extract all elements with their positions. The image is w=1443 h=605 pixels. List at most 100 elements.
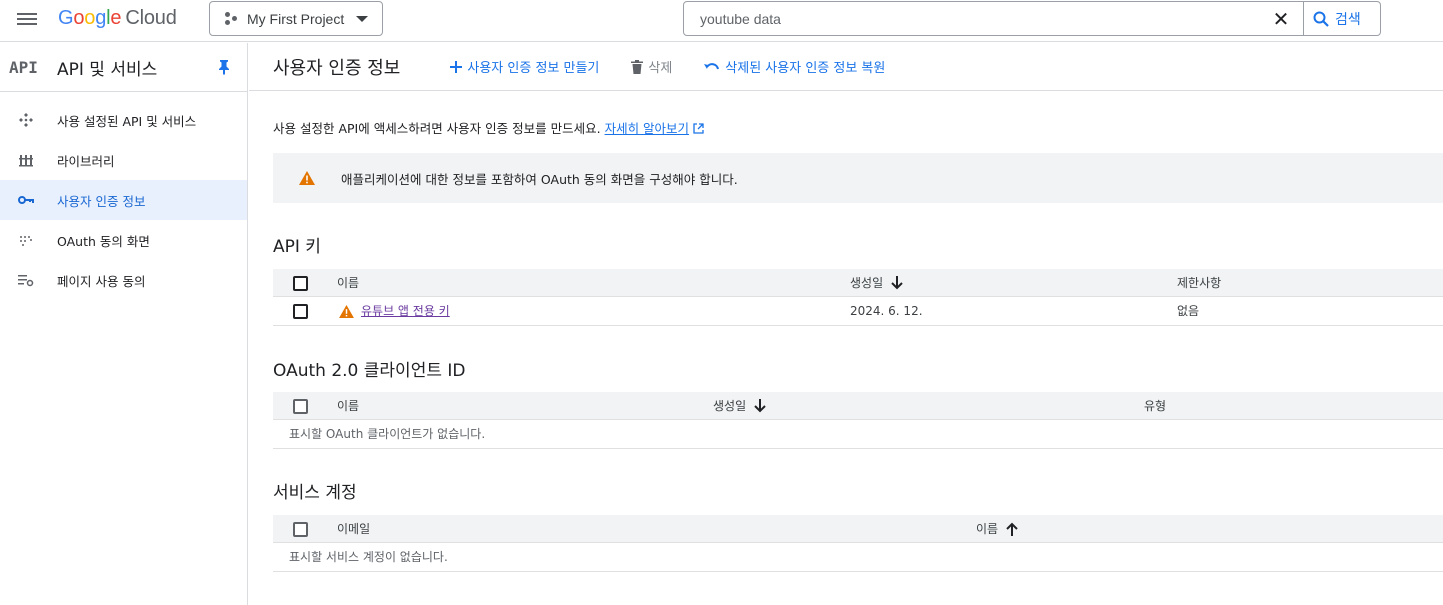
arrow-down-icon — [754, 399, 766, 413]
service-accounts-section-title: 서비스 계정 — [273, 483, 357, 503]
sidebar: API API 및 서비스 사용 설정된 API 및 서비스 라이브러리 사용자… — [0, 43, 248, 605]
logo-letter: G — [58, 7, 74, 29]
arrow-down-icon — [891, 276, 903, 290]
intro-text: 사용 설정한 API에 액세스하려면 사용자 인증 정보를 만드세요. 자세히 … — [273, 118, 704, 137]
api-key-name-cell: 유튜브 앱 전용 키 — [339, 297, 450, 325]
table-header: 이메일 이름 — [273, 515, 1443, 543]
table-header: 이름 생성일 제한사항 — [273, 269, 1443, 297]
clear-search-icon[interactable]: ✕ — [1270, 8, 1292, 30]
empty-state-text: 표시할 서비스 계정이 없습니다. — [289, 550, 448, 564]
select-all-checkbox[interactable] — [293, 399, 308, 414]
api-key-created-cell: 2024. 6. 12. — [850, 304, 923, 318]
page-title: 사용자 인증 정보 — [273, 57, 401, 79]
api-diamond-icon — [17, 111, 35, 129]
sidebar-item-label: 라이브러리 — [57, 153, 115, 169]
library-icon — [17, 151, 35, 169]
sidebar-item-label: 사용자 인증 정보 — [57, 193, 146, 209]
sidebar-item-label: 페이지 사용 동의 — [57, 273, 146, 289]
warning-icon — [339, 304, 354, 318]
column-header-created[interactable]: 생성일 — [850, 269, 903, 297]
sort-created[interactable]: 생성일 — [713, 392, 766, 420]
learn-more-label: 자세히 알아보기 — [604, 121, 690, 136]
delete-button[interactable]: 삭제 — [631, 57, 672, 76]
column-header-restrictions: 제한사항 — [1177, 276, 1222, 290]
row-checkbox[interactable] — [293, 304, 308, 319]
api-keys-table: 이름 생성일 제한사항 유튜브 앱 전용 키 2024. 6. 12. 없음 — [273, 269, 1443, 326]
intro-sentence: 사용 설정한 API에 액세스하려면 사용자 인증 정보를 만드세요. — [273, 121, 601, 136]
top-bar: GoogleCloud My First Project ✕ 검색 — [0, 0, 1443, 42]
sidebar-item-enabled-apis[interactable]: 사용 설정된 API 및 서비스 — [0, 100, 247, 140]
search-divider — [1303, 2, 1304, 35]
arrow-up-icon — [1006, 522, 1018, 536]
column-header-name-label: 이름 — [976, 522, 999, 536]
undo-icon — [704, 62, 720, 69]
column-header-name: 이름 — [337, 276, 360, 290]
warning-text: 애플리케이션에 대한 정보를 포함하여 OAuth 동의 화면을 구성해야 합니… — [341, 171, 738, 187]
create-credentials-button[interactable]: 사용자 인증 정보 만들기 — [450, 57, 599, 76]
restore-label: 삭제된 사용자 인증 정보 복원 — [725, 61, 886, 76]
sidebar-item-oauth-consent[interactable]: OAuth 동의 화면 — [0, 220, 247, 260]
project-hierarchy-icon — [223, 11, 239, 27]
sidebar-nav: 사용 설정된 API 및 서비스 라이브러리 사용자 인증 정보 OAuth 동… — [0, 92, 247, 300]
api-key-restrictions-cell: 없음 — [1177, 304, 1200, 318]
create-credentials-label: 사용자 인증 정보 만들기 — [467, 61, 600, 76]
sidebar-item-page-usage-agreements[interactable]: 페이지 사용 동의 — [0, 260, 247, 300]
plus-icon — [450, 60, 463, 73]
table-row: 유튜브 앱 전용 키 2024. 6. 12. 없음 — [273, 297, 1443, 326]
external-link-icon — [693, 123, 704, 134]
oauth-dots-icon — [17, 231, 35, 249]
google-cloud-logo[interactable]: Google Cloud — [58, 7, 177, 30]
api-keys-section-title: API 키 — [273, 237, 321, 257]
api-key-link[interactable]: 유튜브 앱 전용 키 — [361, 297, 450, 325]
table-row: 표시할 서비스 계정이 없습니다. — [273, 543, 1443, 572]
sidebar-item-label: OAuth 동의 화면 — [57, 233, 150, 249]
api-badge-icon: API — [9, 57, 38, 77]
column-header-created-label: 생성일 — [850, 276, 884, 290]
warning-icon — [299, 171, 315, 185]
sidebar-item-library[interactable]: 라이브러리 — [0, 140, 247, 180]
table-header: 이름 생성일 유형 — [273, 392, 1443, 420]
restore-deleted-credentials-button[interactable]: 삭제된 사용자 인증 정보 복원 — [704, 57, 885, 76]
oauth-section-title: OAuth 2.0 클라이언트 ID — [273, 361, 466, 381]
logo-letter: e — [110, 7, 122, 29]
delete-label: 삭제 — [648, 61, 673, 76]
sidebar-header: API API 및 서비스 — [0, 43, 247, 91]
logo-letter: g — [95, 7, 107, 29]
logo-letter: o — [73, 7, 85, 29]
column-header-name: 이름 — [337, 399, 360, 413]
main-content: 사용자 인증 정보 사용자 인증 정보 만들기 삭제 삭제된 사용자 인증 정보… — [249, 43, 1443, 605]
pin-icon[interactable] — [217, 59, 231, 75]
sort-created[interactable]: 생성일 — [850, 269, 903, 297]
key-icon — [17, 191, 35, 209]
trash-icon — [631, 59, 644, 74]
learn-more-link[interactable]: 자세히 알아보기 — [605, 121, 689, 136]
hamburger-menu-icon[interactable] — [17, 10, 37, 30]
service-accounts-table: 이메일 이름 표시할 서비스 계정이 없습니다. — [273, 515, 1443, 572]
column-header-created[interactable]: 생성일 — [713, 392, 766, 420]
project-picker-button[interactable]: My First Project — [209, 1, 383, 36]
sort-name[interactable]: 이름 — [976, 515, 1018, 543]
column-header-type: 유형 — [1144, 399, 1167, 413]
column-header-name[interactable]: 이름 — [976, 515, 1018, 543]
oauth-consent-warning-banner: 애플리케이션에 대한 정보를 포함하여 OAuth 동의 화면을 구성해야 합니… — [273, 153, 1443, 203]
column-header-email: 이메일 — [337, 522, 371, 536]
select-all-checkbox[interactable] — [293, 522, 308, 537]
logo-cloud-text: Cloud — [125, 7, 177, 29]
project-name: My First Project — [247, 10, 345, 27]
search-icon — [1313, 11, 1329, 27]
search-bar: ✕ 검색 — [683, 1, 1381, 36]
empty-state-text: 표시할 OAuth 클라이언트가 없습니다. — [289, 427, 486, 441]
oauth-clients-table: 이름 생성일 유형 표시할 OAuth 클라이언트가 없습니다. — [273, 392, 1443, 449]
logo-letter: o — [84, 7, 96, 29]
table-row: 표시할 OAuth 클라이언트가 없습니다. — [273, 420, 1443, 449]
search-button-label: 검색 — [1335, 12, 1361, 28]
search-input[interactable] — [700, 9, 1260, 29]
search-button[interactable]: 검색 — [1312, 8, 1361, 30]
column-header-created-label: 생성일 — [713, 399, 747, 413]
sidebar-item-credentials[interactable]: 사용자 인증 정보 — [0, 180, 247, 220]
select-all-checkbox[interactable] — [293, 276, 308, 291]
settings-list-icon — [17, 271, 35, 289]
sidebar-title: API 및 서비스 — [57, 59, 158, 80]
page-header: 사용자 인증 정보 사용자 인증 정보 만들기 삭제 삭제된 사용자 인증 정보… — [249, 43, 1443, 91]
sidebar-item-label: 사용 설정된 API 및 서비스 — [57, 113, 197, 129]
